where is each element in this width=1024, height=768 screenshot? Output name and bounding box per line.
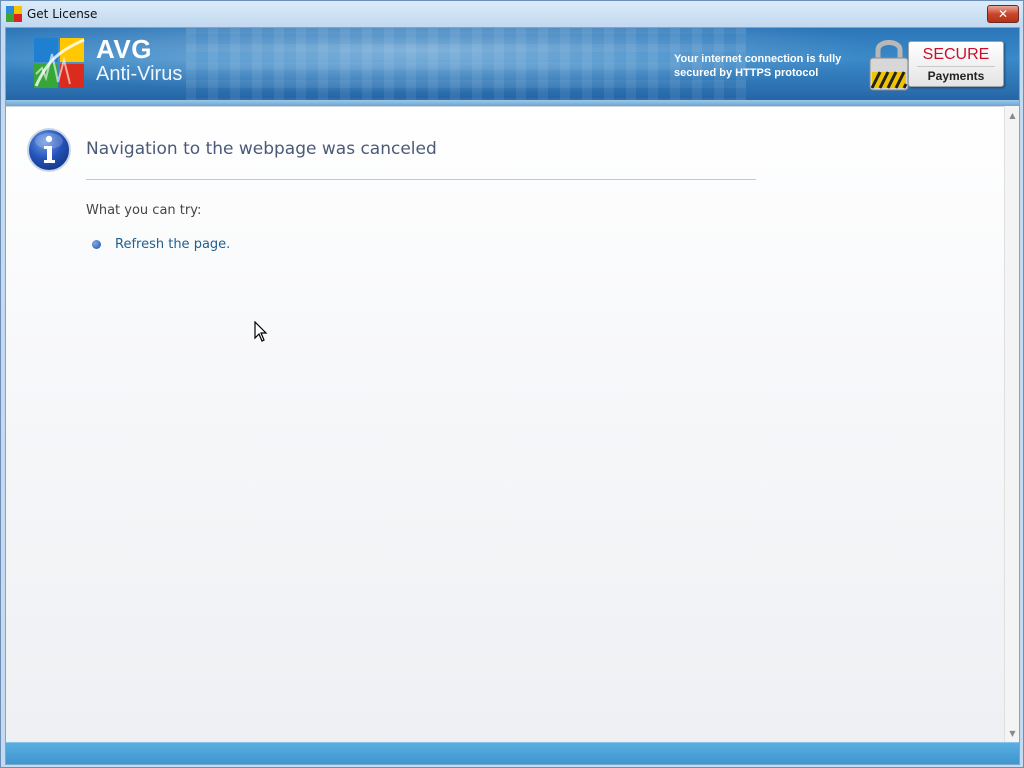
mouse-pointer-icon (254, 321, 268, 342)
list-item: Refresh the page. (92, 237, 230, 252)
padlock-icon (869, 40, 909, 91)
content-area: Navigation to the webpage was canceled W… (6, 106, 1004, 742)
bullet-icon (92, 240, 101, 249)
scroll-up-arrow-icon[interactable]: ▲ (1005, 108, 1020, 122)
secure-connection-note: Your internet connection is fully secure… (674, 53, 842, 79)
scroll-down-arrow-icon[interactable]: ▼ (1005, 726, 1020, 740)
info-icon (27, 128, 71, 172)
secure-payments-badge: SECURE Payments (908, 41, 1004, 87)
avg-logo-icon (34, 38, 85, 88)
secure-badge-title: SECURE (917, 44, 995, 67)
license-window: Get License ✕ AVG Anti-Virus Your intern… (0, 0, 1024, 768)
brand-name: AVG (96, 34, 152, 64)
brand: AVG Anti-Virus (96, 35, 182, 85)
close-icon: ✕ (997, 7, 1009, 21)
avg-banner: AVG Anti-Virus Your internet connection … (6, 28, 1019, 106)
try-label: What you can try: (86, 203, 202, 218)
bottom-bar (6, 742, 1019, 764)
client-area: AVG Anti-Virus Your internet connection … (5, 27, 1020, 765)
product-name: Anti-Virus (96, 63, 183, 85)
close-button[interactable]: ✕ (987, 5, 1019, 23)
window-title: Get License (27, 7, 98, 21)
refresh-page-link[interactable]: Refresh the page. (115, 237, 230, 252)
divider (86, 179, 756, 180)
banner-pattern (186, 28, 746, 106)
avg-logo-icon (6, 6, 22, 22)
title-bar[interactable]: Get License ✕ (1, 1, 1023, 27)
page-title: Navigation to the webpage was canceled (86, 139, 437, 159)
secure-badge-subtitle: Payments (927, 69, 985, 83)
vertical-scrollbar[interactable]: ▲ ▼ (1004, 106, 1019, 742)
